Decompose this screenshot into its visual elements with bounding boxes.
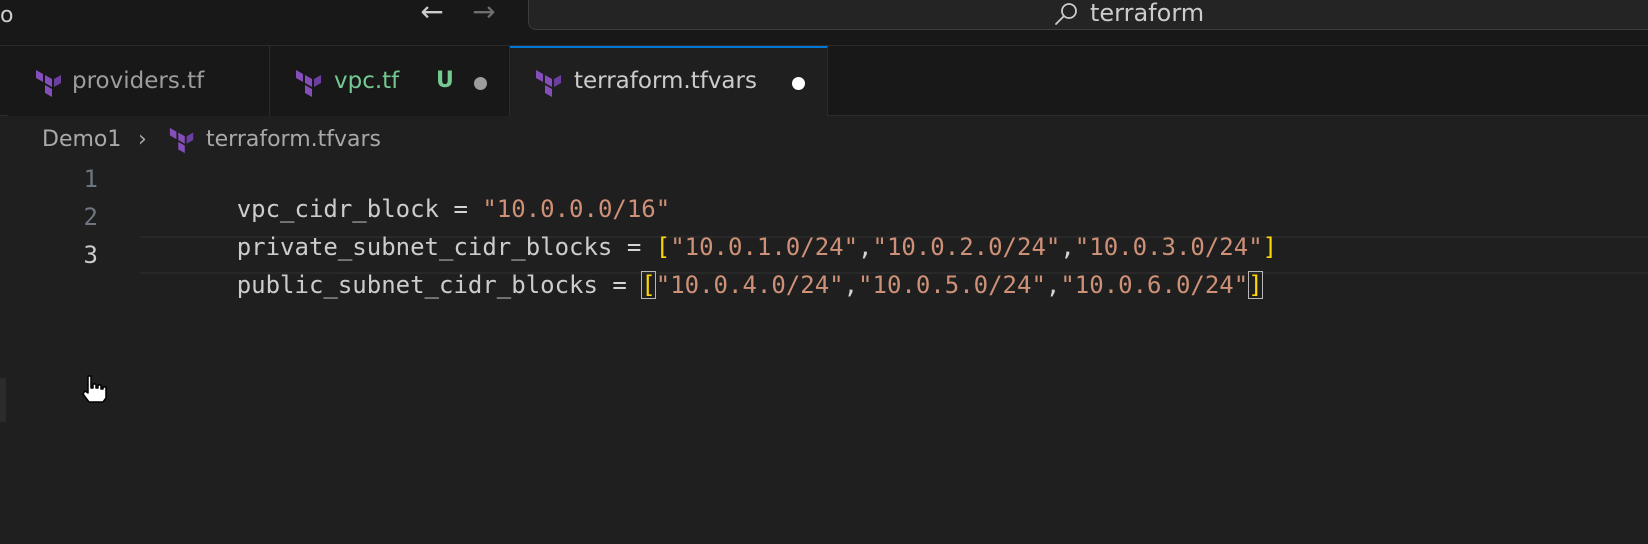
arrow-right-icon[interactable]: → <box>466 0 502 26</box>
vscode-window: o ← → terraform providers.tf vpc.tf U te… <box>0 0 1648 544</box>
code-line[interactable]: vpc_cidr_block = "10.0.0.0/16" <box>150 152 671 223</box>
tab-label: terraform.tfvars <box>574 68 757 94</box>
code-comma: , <box>843 271 859 299</box>
command-center-search[interactable] <box>528 0 1648 30</box>
code-string: "10.0.6.0/24" <box>1060 271 1249 299</box>
line-number: 2 <box>83 203 98 231</box>
code-bracket-matched: [ <box>641 271 656 299</box>
editor-tab-bar: providers.tf vpc.tf U terraform.tfvars <box>0 46 1648 117</box>
code-line[interactable]: private_subnet_cidr_blocks = ["10.0.1.0/… <box>150 190 1277 261</box>
code-operator: = <box>597 271 642 299</box>
tab-providers-tf[interactable]: providers.tf <box>8 46 270 116</box>
unsaved-dot-icon[interactable] <box>474 77 487 90</box>
git-status-badge: U <box>436 68 454 93</box>
code-comma: , <box>1045 271 1061 299</box>
search-icon <box>1055 3 1077 25</box>
window-title-fragment: o <box>0 3 14 28</box>
line-number: 1 <box>83 165 98 193</box>
unsaved-dot-icon[interactable] <box>792 77 805 90</box>
terraform-icon <box>36 70 61 97</box>
search-text[interactable]: terraform <box>1090 0 1204 26</box>
arrow-left-icon[interactable]: ← <box>414 0 450 26</box>
code-editor[interactable]: 1 2 3 vpc_cidr_block = "10.0.0.0/16" pri… <box>0 160 1648 544</box>
terraform-icon <box>169 127 194 154</box>
activity-bar-edge <box>0 378 6 422</box>
code-key: public_subnet_cidr_blocks <box>236 271 598 299</box>
tab-vpc-tf[interactable]: vpc.tf U <box>270 46 510 116</box>
code-line-current[interactable]: public_subnet_cidr_blocks = ["10.0.4.0/2… <box>150 228 1263 299</box>
code-bracket-matched: ] <box>1248 271 1263 299</box>
code-bracket: ] <box>1262 233 1278 261</box>
code-string: "10.0.5.0/24" <box>858 271 1046 299</box>
breadcrumb-folder[interactable]: Demo1 <box>42 124 121 156</box>
hand-cursor-icon <box>82 375 107 403</box>
terraform-icon <box>296 70 321 97</box>
title-bar: o ← → terraform <box>0 0 1648 46</box>
tab-label: providers.tf <box>72 68 205 94</box>
terraform-icon <box>536 70 561 97</box>
chevron-right-icon: › <box>138 127 147 152</box>
tab-terraform-tfvars[interactable]: terraform.tfvars <box>510 46 828 117</box>
code-string: "10.0.4.0/24" <box>655 271 844 299</box>
tab-label: vpc.tf <box>334 68 400 94</box>
line-number: 3 <box>83 241 98 269</box>
